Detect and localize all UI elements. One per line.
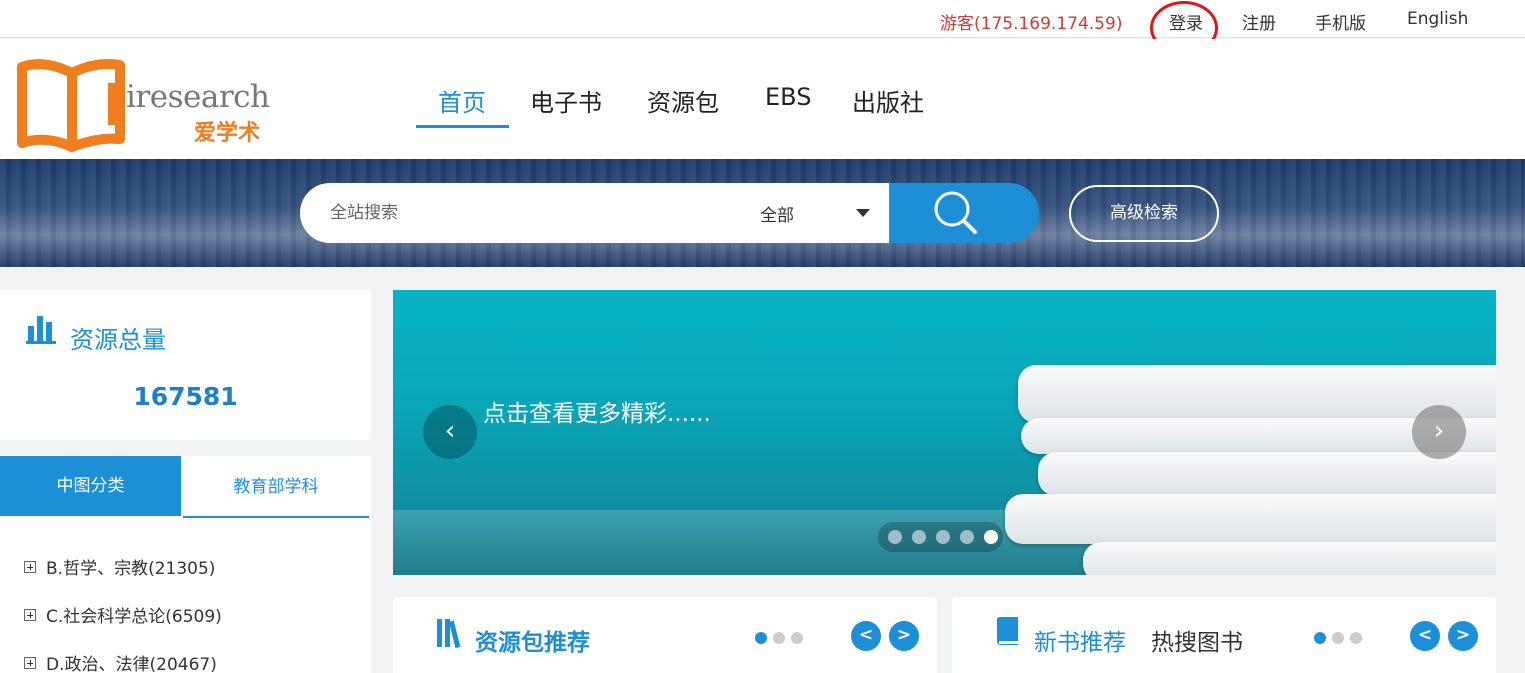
guest-ip-label: 游客(175.169.174.59)	[940, 14, 1123, 34]
category-label: B.哲学、宗教(21305)	[46, 559, 216, 579]
panel-dot[interactable]	[1350, 632, 1362, 644]
category-label: D.政治、法律(20467)	[46, 655, 217, 673]
nav-home[interactable]: 首页	[438, 83, 486, 118]
header: iresearch 爱学术 首页 电子书 资源包 EBS 出版社	[0, 39, 1525, 159]
search-input[interactable]	[330, 197, 710, 229]
carousel-prev-button[interactable]: ‹	[423, 405, 477, 459]
category-label: C.社会科学总论(6509)	[46, 607, 222, 627]
expand-plus-icon[interactable]	[24, 561, 36, 573]
top-bar: 游客(175.169.174.59) 登录 注册 手机版 English	[0, 0, 1525, 38]
advanced-search-button[interactable]: 高级检索	[1069, 185, 1219, 242]
caret-down-icon[interactable]	[856, 209, 870, 217]
search-scope-select[interactable]: 全部	[760, 201, 794, 226]
book-stack-image	[1038, 452, 1496, 496]
logo-wordmark: iresearch	[126, 79, 270, 115]
tab-clc-classification[interactable]: 中图分类	[0, 456, 181, 516]
open-book-logo-icon	[17, 59, 125, 152]
nav-ebs[interactable]: EBS	[765, 83, 811, 111]
category-item[interactable]: D.政治、法律(20467)	[24, 650, 217, 673]
panel-dot-active[interactable]	[755, 632, 767, 644]
resource-total-card: 资源总量 167581	[0, 290, 371, 440]
book-stack-image	[1005, 494, 1496, 544]
book-icon	[997, 617, 1018, 645]
book-stack-image	[1083, 542, 1496, 575]
nav-resource-packages[interactable]: 资源包	[647, 83, 719, 118]
search-icon	[934, 191, 977, 234]
new-books-panel: 新书推荐 热搜图书 < >	[952, 597, 1496, 673]
resource-total-count: 167581	[133, 382, 238, 411]
category-item[interactable]: B.哲学、宗教(21305)	[24, 554, 215, 579]
new-books-title[interactable]: 新书推荐	[1034, 623, 1126, 657]
panel-next-button[interactable]: >	[1448, 621, 1478, 651]
nav-ebooks[interactable]: 电子书	[530, 83, 602, 118]
panel-dot[interactable]	[773, 632, 785, 644]
tab-moe-subjects[interactable]: 教育部学科	[183, 456, 369, 518]
panel-prev-button[interactable]: <	[851, 621, 881, 651]
hero-carousel[interactable]: 点击查看更多精彩...... ‹ ›	[393, 290, 1496, 575]
logo-chinese: 爱学术	[194, 121, 261, 146]
carousel-dot[interactable]	[960, 530, 974, 544]
classification-panel: 中图分类 教育部学科 B.哲学、宗教(21305) C.社会科学总论(6509)…	[0, 456, 371, 673]
bookshelf-icon	[437, 619, 461, 649]
english-link[interactable]: English	[1407, 9, 1468, 29]
resource-total-title: 资源总量	[70, 326, 166, 354]
search-button[interactable]	[889, 183, 1039, 243]
panel-prev-button[interactable]: <	[1410, 621, 1440, 651]
resource-package-title: 资源包推荐	[475, 630, 590, 656]
expand-plus-icon[interactable]	[24, 609, 36, 621]
carousel-pagination	[878, 522, 1003, 552]
carousel-caption[interactable]: 点击查看更多精彩......	[483, 394, 711, 428]
bar-chart-icon	[26, 316, 56, 344]
carousel-dot[interactable]	[936, 530, 950, 544]
nav-active-underline	[416, 125, 509, 128]
expand-plus-icon[interactable]	[24, 657, 36, 669]
carousel-dot[interactable]	[912, 530, 926, 544]
register-link[interactable]: 注册	[1242, 9, 1276, 34]
mobile-version-link[interactable]: 手机版	[1315, 9, 1366, 34]
panel-dot[interactable]	[791, 632, 803, 644]
site-logo[interactable]: iresearch 爱学术	[14, 53, 284, 153]
panel-dot-active[interactable]	[1314, 632, 1326, 644]
carousel-next-button[interactable]: ›	[1412, 405, 1466, 459]
nav-publishers[interactable]: 出版社	[852, 83, 924, 118]
panel-next-button[interactable]: >	[889, 621, 919, 651]
carousel-dot-active[interactable]	[984, 530, 998, 544]
carousel-dot[interactable]	[888, 530, 902, 544]
hot-books-title[interactable]: 热搜图书	[1151, 623, 1243, 657]
resource-package-panel: 资源包推荐 < >	[393, 597, 937, 673]
search-banner: 全部 高级检索	[0, 159, 1525, 267]
category-item[interactable]: C.社会科学总论(6509)	[24, 602, 222, 627]
panel-dot[interactable]	[1332, 632, 1344, 644]
search-box: 全部	[300, 183, 890, 243]
